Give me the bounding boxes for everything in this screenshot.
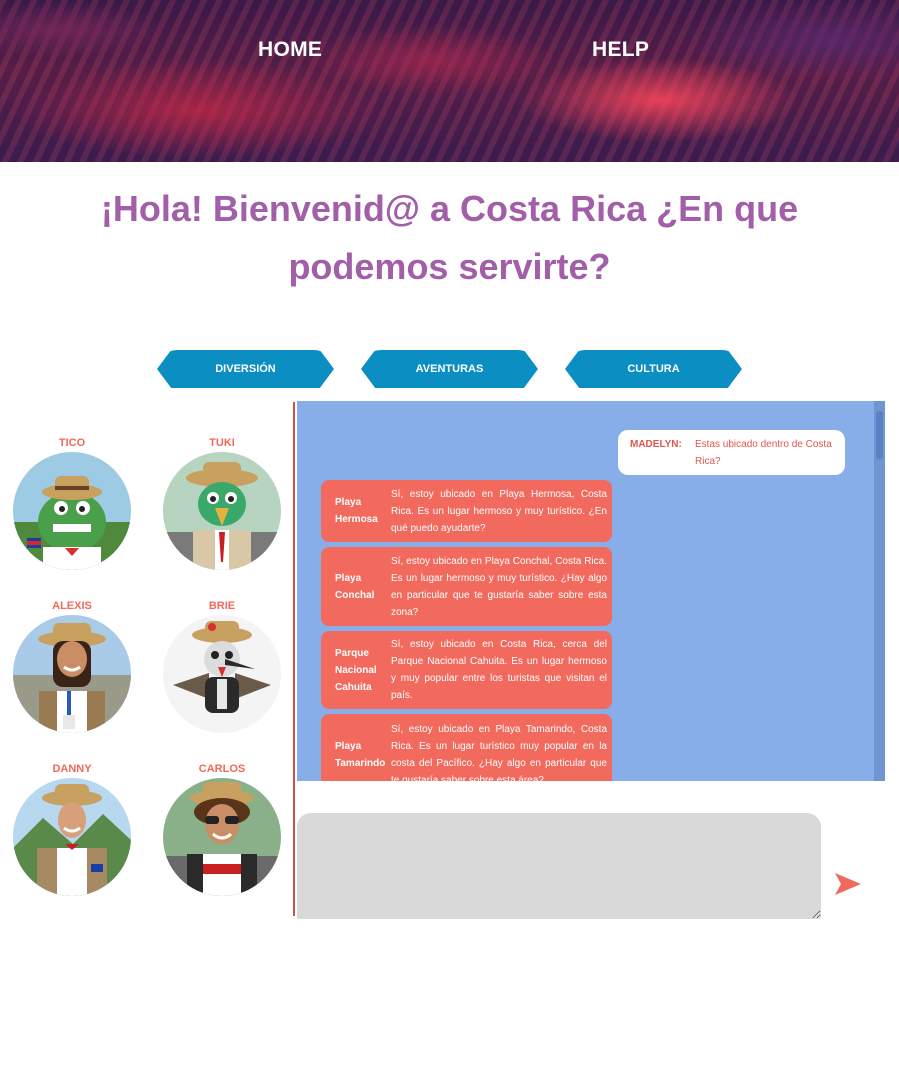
category-diversion-button[interactable]: DIVERSIÓN	[157, 350, 334, 388]
page-title: ¡Hola! Bienvenid@ a Costa Rica ¿En que p…	[100, 188, 799, 287]
bot-name: Parque Nacional Cahuita	[335, 647, 377, 693]
bot-message-bubble: Playa Tamarindo Sí, estoy ubicado en Pla…	[321, 714, 612, 781]
character-card-danny[interactable]: DANNY	[12, 760, 132, 896]
character-card-tico[interactable]: TICO	[12, 434, 132, 570]
category-aventuras-button[interactable]: AVENTURAS	[361, 350, 538, 388]
user-name: MADELYN:	[630, 439, 682, 450]
curly-man-guide-avatar[interactable]	[163, 778, 281, 896]
send-button[interactable]	[832, 870, 864, 900]
character-card-tuki[interactable]: TUKI	[162, 434, 282, 570]
bot-message-text: Sí, estoy ubicado en Costa Rica, cerca d…	[391, 639, 607, 701]
character-name: CARLOS	[198, 763, 246, 775]
message-input[interactable]	[297, 813, 821, 919]
hummingbird-guide-avatar[interactable]	[163, 615, 281, 733]
character-name: BRIE	[208, 600, 236, 612]
nav-help-link[interactable]: HELP	[592, 38, 649, 62]
toucan-guide-avatar[interactable]	[163, 452, 281, 570]
character-card-brie[interactable]: BRIE	[162, 597, 282, 733]
bot-message-text: Sí, estoy ubicado en Playa Conchal, Cost…	[391, 555, 607, 618]
send-arrow-icon	[833, 872, 863, 900]
bot-name: Playa Conchal	[335, 572, 375, 601]
character-name: ALEXIS	[52, 600, 92, 612]
bot-message-text: Sí, estoy ubicado en Playa Tamarindo, Co…	[391, 724, 607, 781]
vertical-divider	[293, 402, 295, 916]
category-cultura-button[interactable]: CULTURA	[565, 350, 742, 388]
nav-home-link[interactable]: HOME	[258, 38, 322, 62]
chat-panel[interactable]: MADELYN: Estas ubicado dentro de Costa R…	[297, 401, 885, 781]
bot-message-bubble: Playa Hermosa Sí, estoy ubicado en Playa…	[321, 480, 612, 542]
character-card-alexis[interactable]: ALEXIS	[12, 597, 132, 733]
bot-message-bubble: Playa Conchal Sí, estoy ubicado en Playa…	[321, 547, 612, 626]
chat-scrollbar[interactable]	[874, 401, 885, 781]
character-card-carlos[interactable]: CARLOS	[162, 760, 282, 896]
man-guide-avatar[interactable]	[13, 778, 131, 896]
bot-name: Playa Hermosa	[335, 497, 378, 525]
woman-guide-avatar[interactable]	[13, 615, 131, 733]
bot-name: Playa Tamarindo	[335, 741, 386, 769]
user-message-bubble: MADELYN: Estas ubicado dentro de Costa R…	[618, 430, 845, 475]
user-message-text: Estas ubicado dentro de Costa Rica?	[695, 439, 832, 467]
chat-scroll-thumb[interactable]	[876, 411, 883, 459]
bot-message-bubble: Parque Nacional Cahuita Sí, estoy ubicad…	[321, 631, 612, 709]
crocodile-guide-avatar[interactable]	[13, 452, 131, 570]
character-name: TICO	[58, 437, 86, 449]
header-banner: HOME HELP	[0, 0, 899, 162]
character-name: DANNY	[52, 763, 92, 775]
character-name: TUKI	[209, 437, 235, 449]
bot-message-text: Sí, estoy ubicado en Playa Hermosa, Cost…	[391, 488, 607, 534]
